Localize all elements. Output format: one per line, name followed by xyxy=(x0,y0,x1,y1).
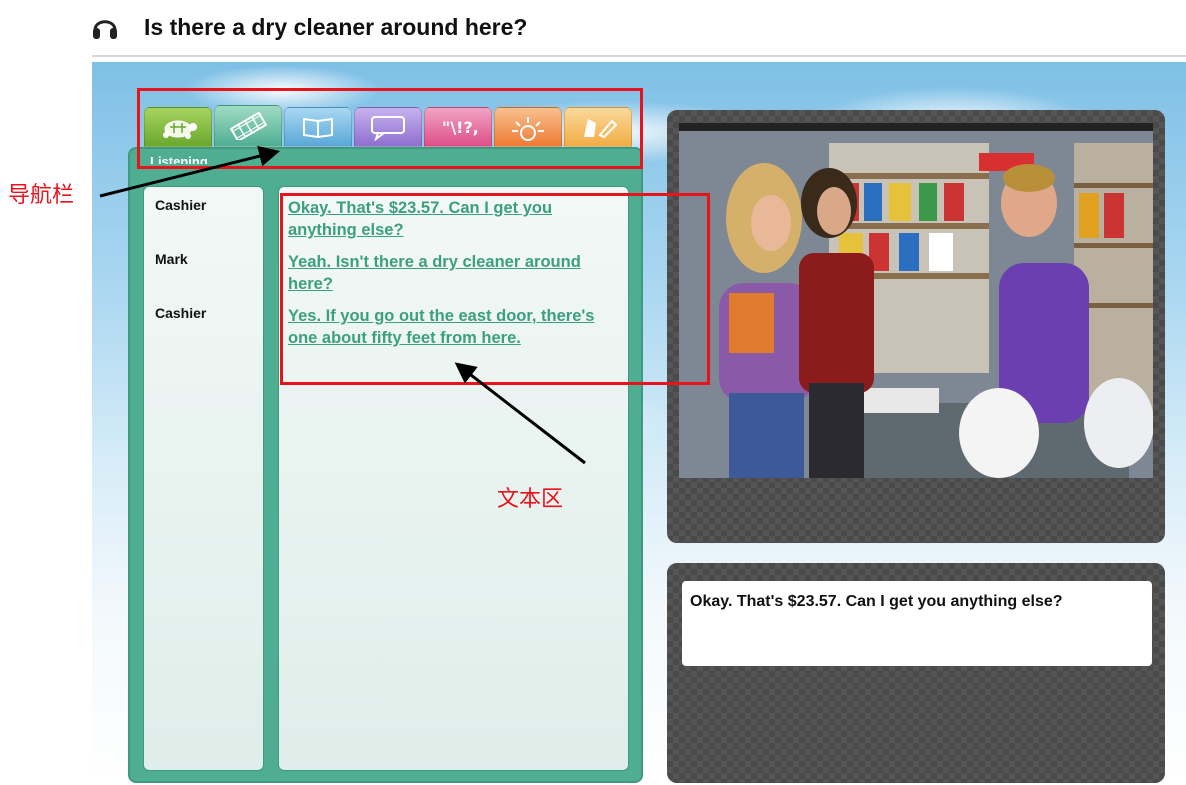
speaker-name: Cashier xyxy=(155,305,207,321)
nav-annotation-label: 导航栏 xyxy=(8,183,75,208)
store-scene-image xyxy=(679,123,1153,478)
text-annotation-label: 文本区 xyxy=(497,487,564,512)
caption-box: Okay. That's $23.57. Can I get you anyth… xyxy=(682,581,1152,666)
page-title: Is there a dry cleaner around here? xyxy=(144,14,528,40)
video-player[interactable] xyxy=(679,123,1153,478)
speaker-column xyxy=(143,186,264,771)
nav-highlight-box xyxy=(137,88,643,169)
header-divider xyxy=(92,55,1186,57)
text-highlight-box xyxy=(280,193,710,385)
speaker-name: Cashier xyxy=(155,197,207,213)
speaker-name: Mark xyxy=(155,251,188,267)
page-header: Is there a dry cleaner around here? xyxy=(0,0,1186,60)
headphones-icon xyxy=(93,20,117,39)
